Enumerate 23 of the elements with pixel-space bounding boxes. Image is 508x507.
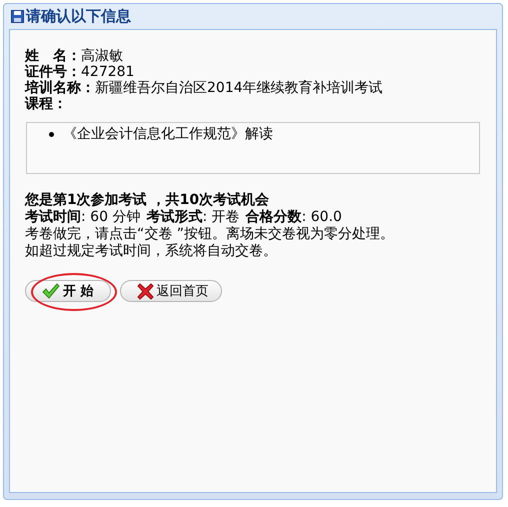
attempt-notice: 您是第1次参加考试 ，共10次考试机会 bbox=[25, 192, 270, 209]
info-label: 考试时间 bbox=[25, 209, 81, 225]
instruction-text: 如超过规定考试时间，系统将自动交卷。 bbox=[25, 243, 278, 260]
field-value: 高淑敏 bbox=[81, 48, 123, 64]
window-title: 请确认以下信息 bbox=[26, 7, 131, 26]
check-icon bbox=[42, 283, 60, 299]
field-label: 课程： bbox=[25, 96, 67, 112]
start-button[interactable]: 开 始 bbox=[25, 280, 111, 302]
info-value: : 开卷 bbox=[202, 209, 240, 225]
home-button[interactable]: 返回首页 bbox=[120, 280, 222, 302]
close-icon bbox=[136, 282, 154, 300]
field-value: 新疆维吾尔自治区2014年继续教育补培训考试 bbox=[95, 80, 383, 96]
info-value: : 60 分钟 bbox=[81, 209, 140, 225]
field-label: 证件号： bbox=[25, 64, 81, 80]
field-value: 427281 bbox=[81, 64, 134, 80]
field-label: 姓 名： bbox=[25, 48, 81, 64]
course-name: 《企业会计信息化工作规范》解读 bbox=[63, 125, 273, 143]
info-label: 合格分数 bbox=[246, 209, 302, 225]
field-label: 培训名称： bbox=[25, 80, 95, 96]
info-label: 考试形式 bbox=[146, 209, 202, 225]
instruction-text: 考卷做完，请点击“交卷 ”按钮。离场未交卷视为零分处理。 bbox=[25, 226, 395, 243]
bullet-icon bbox=[49, 132, 54, 136]
info-value: : 60.0 bbox=[302, 209, 342, 225]
